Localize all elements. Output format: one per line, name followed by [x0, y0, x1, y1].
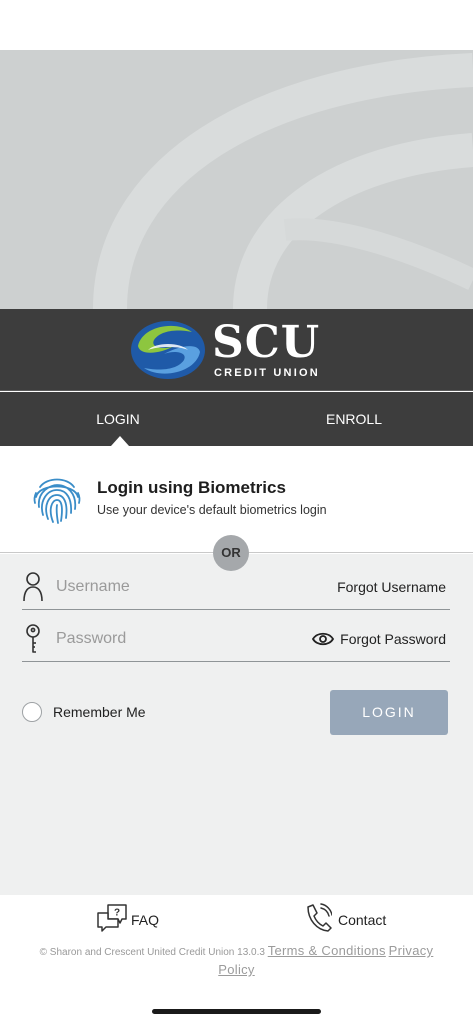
username-field-row: Forgot Username — [22, 566, 450, 610]
password-input[interactable] — [56, 628, 256, 650]
login-button[interactable]: LOGIN — [330, 690, 448, 735]
forgot-password-link[interactable]: Forgot Password — [340, 631, 446, 647]
or-divider: OR — [213, 535, 249, 571]
brand-name: SCU — [212, 317, 321, 368]
faq-chat-icon: ? — [97, 904, 127, 932]
username-input[interactable] — [56, 576, 256, 598]
password-field-row: Forgot Password — [22, 618, 450, 662]
eye-icon[interactable] — [312, 631, 334, 647]
legal-footer: © Sharon and Crescent United Credit Unio… — [20, 942, 453, 980]
terms-link[interactable]: Terms & Conditions — [268, 943, 386, 958]
biometrics-title: Login using Biometrics — [97, 478, 286, 497]
contact-label[interactable]: Contact — [338, 912, 386, 928]
status-bar — [0, 0, 473, 50]
phone-icon — [307, 903, 332, 932]
svg-text:?: ? — [114, 908, 120, 919]
forgot-username-link[interactable]: Forgot Username — [337, 579, 446, 595]
brand-header: SCU CREDIT UNION — [0, 309, 473, 391]
tab-enroll[interactable]: ENROLL — [276, 392, 432, 446]
remember-me-radio[interactable] — [22, 702, 42, 722]
hero-watermark — [93, 53, 473, 309]
footer: ? FAQ Contact © Sharon and Crescent Unit… — [0, 895, 473, 1024]
hero-banner — [0, 50, 473, 309]
copyright-text: © Sharon and Crescent United Credit Unio… — [39, 947, 265, 958]
active-tab-indicator — [111, 436, 129, 446]
remember-me-label[interactable]: Remember Me — [53, 704, 146, 720]
auth-tabs: LOGIN ENROLL — [0, 392, 473, 446]
fingerprint-icon — [33, 478, 81, 524]
faq-label[interactable]: FAQ — [131, 912, 159, 928]
key-icon — [26, 624, 40, 653]
biometrics-subtitle: Use your device's default biometrics log… — [97, 503, 327, 517]
user-icon — [23, 572, 43, 601]
brand-subtitle: CREDIT UNION — [214, 367, 320, 379]
home-indicator[interactable] — [152, 1009, 321, 1014]
